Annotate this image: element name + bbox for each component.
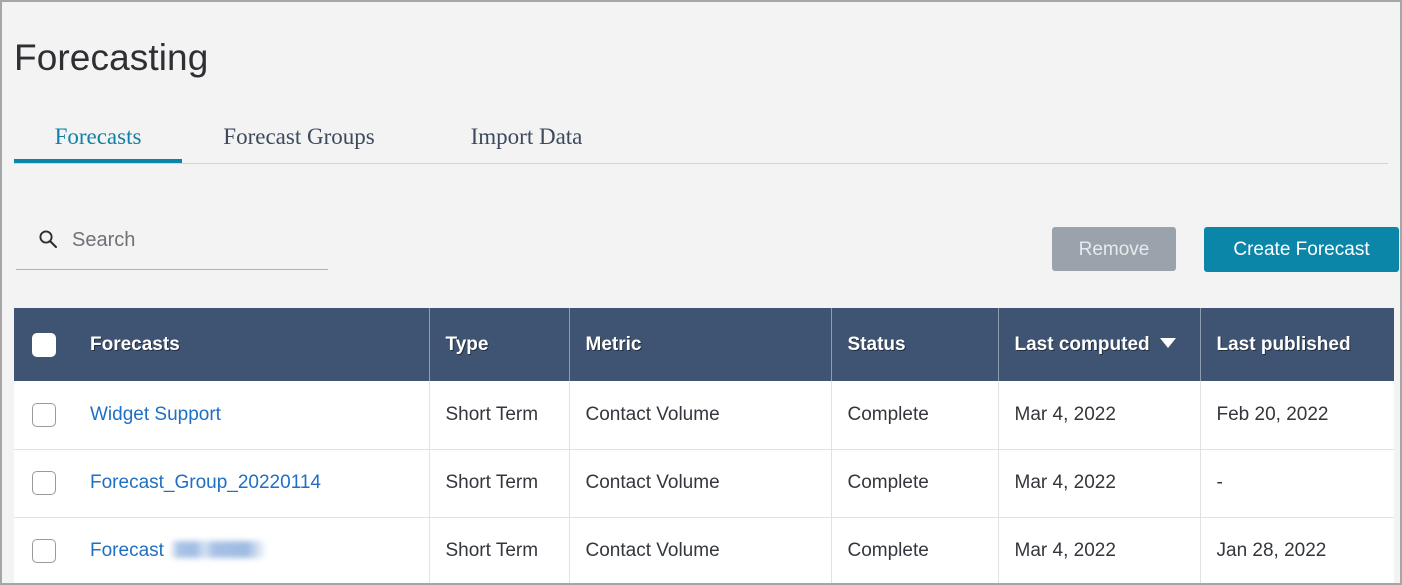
row-last-computed-cell: Mar 4, 2022 xyxy=(998,517,1200,585)
column-header-status[interactable]: Status xyxy=(831,308,998,381)
table-header-row: Forecasts Type Metric Status Last comput… xyxy=(14,308,1394,381)
row-type-cell: Short Term xyxy=(429,517,569,585)
create-forecast-button[interactable]: Create Forecast xyxy=(1204,227,1399,272)
row-status-cell: Complete xyxy=(831,517,998,585)
row-last-computed-cell: Mar 4, 2022 xyxy=(998,449,1200,517)
forecasts-table: Forecasts Type Metric Status Last comput… xyxy=(14,308,1394,585)
row-checkbox[interactable] xyxy=(32,471,56,495)
row-metric-cell: Contact Volume xyxy=(569,517,831,585)
search-field[interactable] xyxy=(16,216,328,270)
forecast-link[interactable]: Widget Support xyxy=(90,404,221,425)
row-last-published-cell: Jan 28, 2022 xyxy=(1200,517,1394,585)
row-last-computed-cell: Mar 4, 2022 xyxy=(998,381,1200,449)
row-status-cell: Complete xyxy=(831,381,998,449)
row-metric-cell: Contact Volume xyxy=(569,381,831,449)
redacted-text xyxy=(170,541,266,558)
tab-import-data[interactable]: Import Data xyxy=(444,112,609,163)
row-name-cell: Widget Support xyxy=(74,381,429,449)
row-name-cell: Forecast xyxy=(74,517,429,585)
search-input[interactable] xyxy=(72,220,318,260)
search-icon xyxy=(38,229,58,249)
row-type-cell: Short Term xyxy=(429,381,569,449)
table-bottom-rule xyxy=(14,583,1394,584)
column-header-status-label: Status xyxy=(848,334,906,355)
row-name-cell: Forecast_Group_20220114 xyxy=(74,449,429,517)
row-checkbox[interactable] xyxy=(32,539,56,563)
column-header-forecasts-label: Forecasts xyxy=(90,334,180,355)
row-last-published-cell: Feb 20, 2022 xyxy=(1200,381,1394,449)
forecasting-page: Forecasting Forecasts Forecast Groups Im… xyxy=(0,0,1402,585)
tab-forecasts[interactable]: Forecasts xyxy=(14,112,182,163)
select-all-header xyxy=(14,308,74,381)
tab-forecast-groups[interactable]: Forecast Groups xyxy=(204,112,394,163)
row-type-cell: Short Term xyxy=(429,449,569,517)
row-select-cell xyxy=(14,381,74,449)
table-row: Forecast Short Term Contact Volume Compl… xyxy=(14,517,1394,585)
column-header-last-published[interactable]: Last published xyxy=(1200,308,1394,381)
column-header-last-published-label: Last published xyxy=(1217,334,1351,355)
remove-button[interactable]: Remove xyxy=(1052,227,1176,271)
tab-bar: Forecasts Forecast Groups Import Data xyxy=(14,112,1388,164)
row-select-cell xyxy=(14,449,74,517)
column-header-type[interactable]: Type xyxy=(429,308,569,381)
column-header-forecasts[interactable]: Forecasts xyxy=(74,308,429,381)
table-row: Widget Support Short Term Contact Volume… xyxy=(14,381,1394,449)
page-title: Forecasting xyxy=(14,35,208,81)
row-checkbox[interactable] xyxy=(32,403,56,427)
column-header-metric[interactable]: Metric xyxy=(569,308,831,381)
table-row: Forecast_Group_20220114 Short Term Conta… xyxy=(14,449,1394,517)
row-last-published-cell: - xyxy=(1200,449,1394,517)
select-all-checkbox[interactable] xyxy=(32,333,56,357)
forecast-link[interactable]: Forecast_Group_20220114 xyxy=(90,472,321,493)
column-header-last-computed-label: Last computed xyxy=(1015,334,1150,355)
row-metric-cell: Contact Volume xyxy=(569,449,831,517)
forecast-link[interactable]: Forecast xyxy=(90,540,164,561)
column-header-metric-label: Metric xyxy=(586,334,642,355)
row-select-cell xyxy=(14,517,74,585)
column-header-type-label: Type xyxy=(446,334,489,355)
caret-down-icon xyxy=(1160,338,1176,348)
column-header-last-computed[interactable]: Last computed xyxy=(998,308,1200,381)
row-status-cell: Complete xyxy=(831,449,998,517)
